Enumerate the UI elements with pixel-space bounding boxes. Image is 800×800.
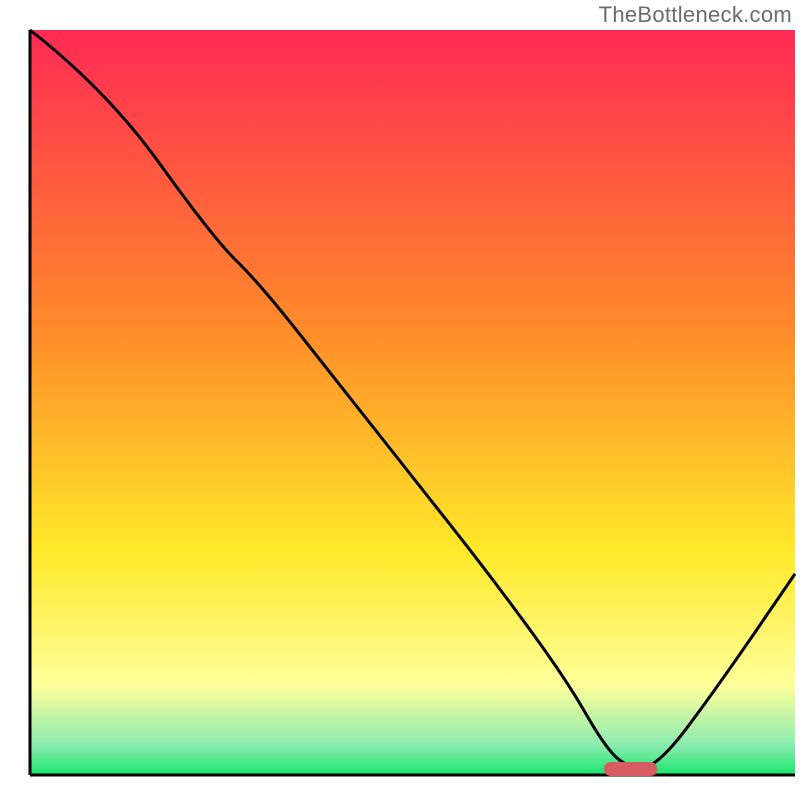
chart-container: { "watermark": "TheBottleneck.com", "col… — [0, 0, 800, 800]
bottleneck-chart — [0, 0, 800, 800]
optimal-marker — [604, 762, 658, 776]
